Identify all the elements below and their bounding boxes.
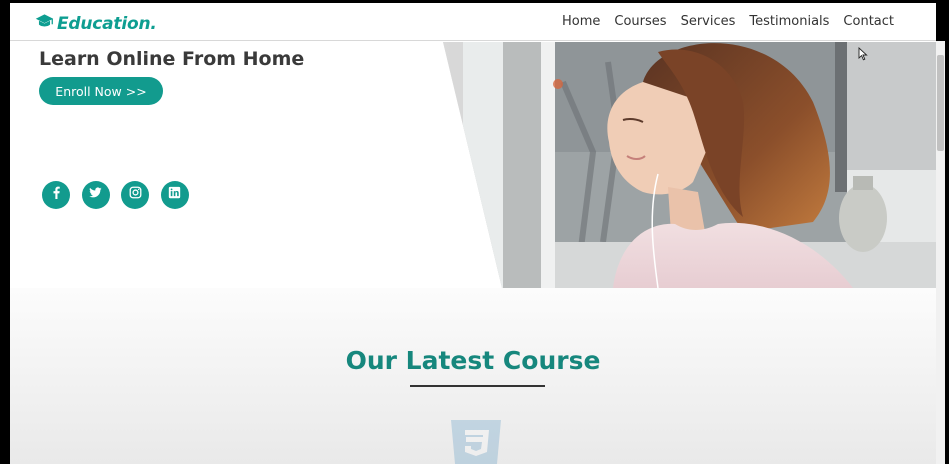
- facebook-link[interactable]: [42, 181, 70, 209]
- page-scrollbar[interactable]: [936, 41, 945, 464]
- nav-contact[interactable]: Contact: [843, 14, 894, 29]
- enroll-now-button[interactable]: Enroll Now >>: [39, 77, 163, 105]
- navbar: Education. Home Courses Services Testimo…: [10, 3, 936, 41]
- linkedin-link[interactable]: [160, 181, 189, 209]
- hero-section: Learn Online From Home Enroll Now >>: [10, 42, 936, 288]
- css3-icon: [447, 420, 505, 464]
- browser-viewport: Education. Home Courses Services Testimo…: [10, 0, 936, 464]
- twitter-link[interactable]: [81, 181, 110, 209]
- hero-title: Learn Online From Home: [39, 48, 305, 70]
- brand-name: Education.: [57, 14, 157, 34]
- main-nav: Home Courses Services Testimonials Conta…: [548, 14, 894, 29]
- instagram-link[interactable]: [121, 181, 149, 209]
- nav-courses[interactable]: Courses: [614, 14, 666, 29]
- scrollbar-thumb[interactable]: [937, 55, 944, 151]
- mouse-cursor-icon: [858, 46, 868, 61]
- brand-logo[interactable]: Education.: [35, 12, 157, 36]
- graduation-cap-icon: [35, 12, 54, 36]
- section-title: Our Latest Course: [345, 346, 601, 375]
- nav-services[interactable]: Services: [681, 14, 736, 29]
- latest-course-section: Our Latest Course: [10, 288, 936, 464]
- facebook-icon: [50, 186, 63, 204]
- woman-studying-photo: [443, 42, 936, 288]
- title-underline: [410, 385, 545, 387]
- twitter-icon: [89, 186, 102, 204]
- social-links: [42, 181, 200, 209]
- instagram-icon: [129, 186, 142, 204]
- nav-home[interactable]: Home: [562, 14, 600, 29]
- linkedin-icon: [168, 186, 181, 204]
- nav-testimonials[interactable]: Testimonials: [749, 14, 829, 29]
